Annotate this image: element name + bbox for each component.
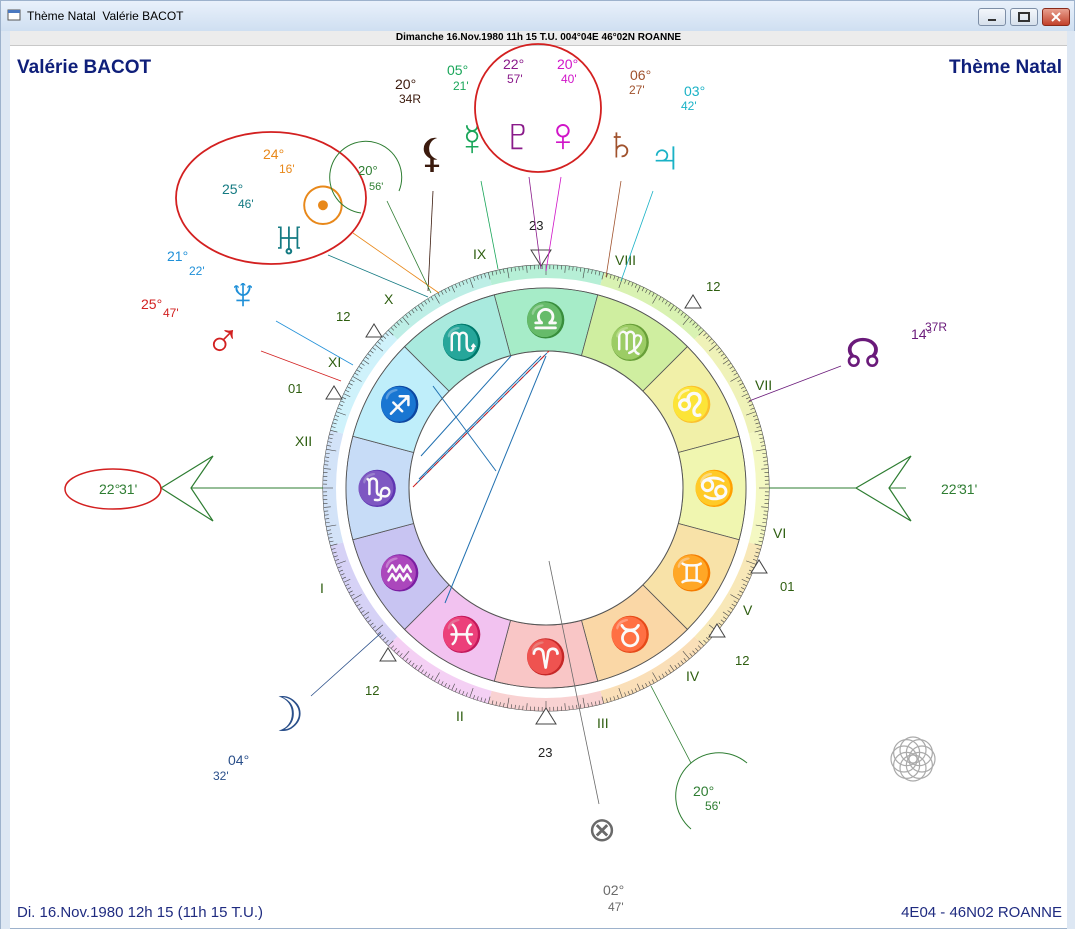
ic-degree: 23 bbox=[538, 745, 552, 760]
neptune-degree: 21° bbox=[167, 248, 188, 264]
node-minute: 37R bbox=[925, 320, 947, 334]
saturn-icon: ♄ bbox=[604, 117, 639, 169]
mars-minute: 47' bbox=[163, 306, 179, 320]
desc-minute: 31' bbox=[959, 481, 977, 497]
house-label-viii: VIII bbox=[615, 252, 636, 268]
cancer-icon: ♋ bbox=[693, 469, 735, 508]
mars-degree: 25° bbox=[141, 296, 162, 312]
neptune-minute: 22' bbox=[189, 264, 205, 278]
mercury-degree: 05° bbox=[447, 62, 468, 78]
aries-icon: ♈ bbox=[525, 638, 567, 677]
house-cusp-degree: 01 bbox=[288, 381, 302, 396]
house-label-x: X bbox=[384, 291, 394, 307]
moon-minute: 32' bbox=[213, 769, 229, 783]
planet-pointer-line bbox=[546, 177, 561, 271]
pluto-degree: 22° bbox=[503, 56, 524, 72]
black-moon-minute: 34R bbox=[399, 92, 421, 106]
midpoint-bottom-degree: 20° bbox=[693, 783, 714, 799]
libra-icon: ♎ bbox=[525, 301, 567, 340]
house-label-vii: VII bbox=[755, 377, 772, 393]
planet-pointer-line bbox=[276, 321, 353, 365]
saturn-degree: 06° bbox=[630, 67, 651, 83]
app-window: Thème Natal Valérie BACOT Dimanche 16.No… bbox=[0, 0, 1075, 929]
highlight-ellipse-pluto-venus bbox=[475, 44, 601, 172]
sagittarius-icon: ♐ bbox=[379, 385, 421, 424]
moon-degree: 04° bbox=[228, 752, 249, 768]
asc-degree: 22° bbox=[99, 481, 120, 497]
house-label-ii: II bbox=[456, 708, 464, 724]
sun-degree: 24° bbox=[263, 146, 284, 162]
midpoint-top-minute: 56' bbox=[369, 181, 383, 193]
house-label-xii: XII bbox=[295, 433, 312, 449]
house-cusp-degree: 12 bbox=[735, 653, 749, 668]
planet-pointer-line bbox=[428, 191, 433, 291]
node-icon: ☊ bbox=[845, 332, 881, 376]
house-label-i: I bbox=[320, 580, 324, 596]
pisces-icon: ♓ bbox=[441, 615, 483, 654]
taurus-icon: ♉ bbox=[609, 615, 651, 654]
part-of-fortune-degree: 02° bbox=[603, 882, 624, 898]
uranus-degree: 25° bbox=[222, 181, 243, 197]
jupiter-icon: ♃ bbox=[649, 132, 682, 181]
capricorn-icon: ♑ bbox=[356, 469, 398, 508]
planet-pointer-line bbox=[621, 191, 653, 281]
house-label-xi: XI bbox=[328, 354, 341, 370]
house-cusp-marker-icon bbox=[326, 386, 342, 399]
pluto-icon: ♇ bbox=[500, 109, 536, 162]
neptune-icon: ♆ bbox=[226, 267, 261, 319]
house-cusp-degree: 12 bbox=[336, 309, 350, 324]
house-label-vi: VI bbox=[773, 525, 786, 541]
virgo-icon: ♍ bbox=[609, 323, 651, 362]
house-cusp-marker-icon bbox=[366, 324, 382, 337]
jupiter-minute: 42' bbox=[681, 99, 697, 113]
rosette-icon bbox=[891, 737, 935, 781]
mercury-minute: 21' bbox=[453, 79, 469, 93]
moon-icon: ☽ bbox=[261, 689, 304, 742]
house-label-v: V bbox=[743, 602, 753, 618]
mars-icon: ♂ bbox=[205, 315, 241, 368]
birth-datetime: Di. 16.Nov.1980 12h 15 (11h 15 T.U.) bbox=[17, 904, 263, 921]
astro-wheel: ♎♍♌♋♊♉♈♓♒♑♐♏22°31'22°31'2323120112120112… bbox=[1, 1, 1075, 930]
scorpio-icon: ♏ bbox=[441, 323, 483, 362]
planet-pointer-line bbox=[353, 233, 439, 293]
venus-degree: 20° bbox=[557, 56, 578, 72]
part-of-fortune-minute: 47' bbox=[608, 900, 624, 914]
sun-minute: 16' bbox=[279, 162, 295, 176]
house-label-iv: IV bbox=[686, 668, 700, 684]
planet-pointer-line bbox=[328, 255, 428, 297]
uranus-minute: 46' bbox=[238, 197, 254, 211]
house-label-iii: III bbox=[597, 715, 609, 731]
venus-icon: ♀ bbox=[545, 109, 581, 162]
house-cusp-degree: 12 bbox=[706, 279, 720, 294]
midpoint-pointer-line bbox=[651, 686, 691, 763]
house-label-ix: IX bbox=[473, 246, 487, 262]
house-cusp-degree: 12 bbox=[365, 683, 379, 698]
venus-minute: 40' bbox=[561, 72, 577, 86]
house-cusp-degree: 01 bbox=[780, 579, 794, 594]
saturn-minute: 27' bbox=[629, 83, 645, 97]
jupiter-degree: 03° bbox=[684, 83, 705, 99]
gemini-icon: ♊ bbox=[671, 553, 713, 592]
house-cusp-marker-icon bbox=[685, 295, 701, 308]
black-moon-icon: ⚸ bbox=[417, 132, 446, 176]
midpoint-pointer-line bbox=[387, 201, 431, 293]
pluto-minute: 57' bbox=[507, 72, 523, 86]
black-moon-degree: 20° bbox=[395, 76, 416, 92]
asc-minute: 31' bbox=[119, 481, 137, 497]
inner-circle bbox=[409, 351, 683, 625]
midpoint-top-degree: 20° bbox=[358, 163, 378, 178]
uranus-icon: ♅ bbox=[271, 213, 307, 266]
midpoint-bottom-minute: 56' bbox=[705, 799, 721, 813]
leo-icon: ♌ bbox=[671, 385, 713, 424]
part-of-fortune-icon: ⊗ bbox=[588, 811, 617, 849]
aquarius-icon: ♒ bbox=[379, 553, 421, 592]
birth-location: 4E04 - 46N02 ROANNE bbox=[901, 904, 1062, 921]
